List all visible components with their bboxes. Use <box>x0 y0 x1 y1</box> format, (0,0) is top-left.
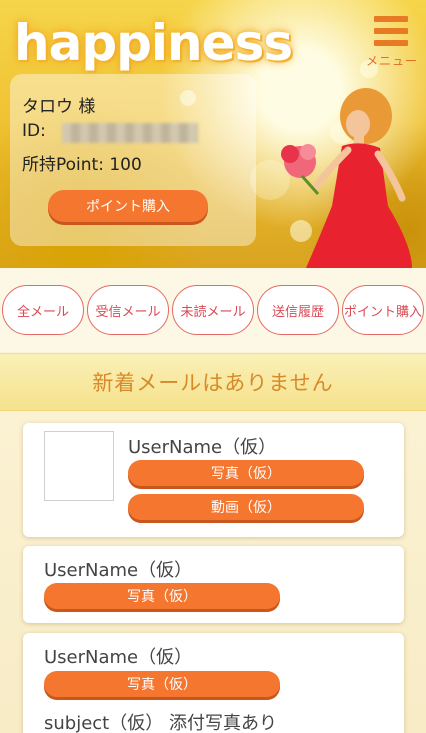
user-info-card: タロウ 様 ID: 所持Point: 100 ポイント購入 <box>10 74 256 246</box>
tab-received-mail[interactable]: 受信メール <box>87 285 169 335</box>
user-name: タロウ 様 <box>22 97 96 117</box>
photo-button[interactable]: 写真（仮） <box>44 671 280 697</box>
message-card[interactable]: UserName（仮） 写真（仮） 動画（仮） <box>23 423 404 537</box>
user-id-redacted <box>62 123 198 143</box>
message-card[interactable]: UserName（仮） 写真（仮） <box>23 546 404 623</box>
message-username: UserName（仮） <box>44 560 193 581</box>
hero-banner: happiness メニュー タロウ 様 ID: 所持Point: 100 ポイ… <box>0 0 426 268</box>
no-new-mail-notice: 新着メールはありません <box>0 353 426 411</box>
message-username: UserName（仮） <box>44 647 193 668</box>
menu-label: メニュー <box>365 54 418 68</box>
message-subject: subject（仮） 添付写真あり <box>44 713 277 733</box>
tab-all-mail[interactable]: 全メール <box>2 285 84 335</box>
user-points: 所持Point: 100 <box>22 155 142 175</box>
hamburger-icon <box>374 16 408 48</box>
photo-button[interactable]: 写真（仮） <box>128 460 364 486</box>
tab-buy-points[interactable]: ポイント購入 <box>342 285 424 335</box>
message-username: UserName（仮） <box>128 437 277 458</box>
menu-button[interactable]: メニュー <box>364 16 417 70</box>
buy-points-button[interactable]: ポイント購入 <box>48 190 208 222</box>
app-logo[interactable]: happiness <box>14 14 293 72</box>
user-thumbnail[interactable] <box>44 431 114 501</box>
message-card[interactable]: UserName（仮） 写真（仮） subject（仮） 添付写真あり <box>23 633 404 733</box>
user-id: ID: <box>22 121 198 143</box>
tab-unread-mail[interactable]: 未読メール <box>172 285 254 335</box>
mail-tab-bar: 全メール 受信メール 未読メール 送信履歴 ポイント購入 <box>0 268 426 352</box>
hero-girl-image <box>281 88 412 268</box>
tab-sent-history[interactable]: 送信履歴 <box>257 285 339 335</box>
user-id-label: ID: <box>22 121 46 141</box>
video-button[interactable]: 動画（仮） <box>128 494 364 520</box>
photo-button[interactable]: 写真（仮） <box>44 583 280 609</box>
